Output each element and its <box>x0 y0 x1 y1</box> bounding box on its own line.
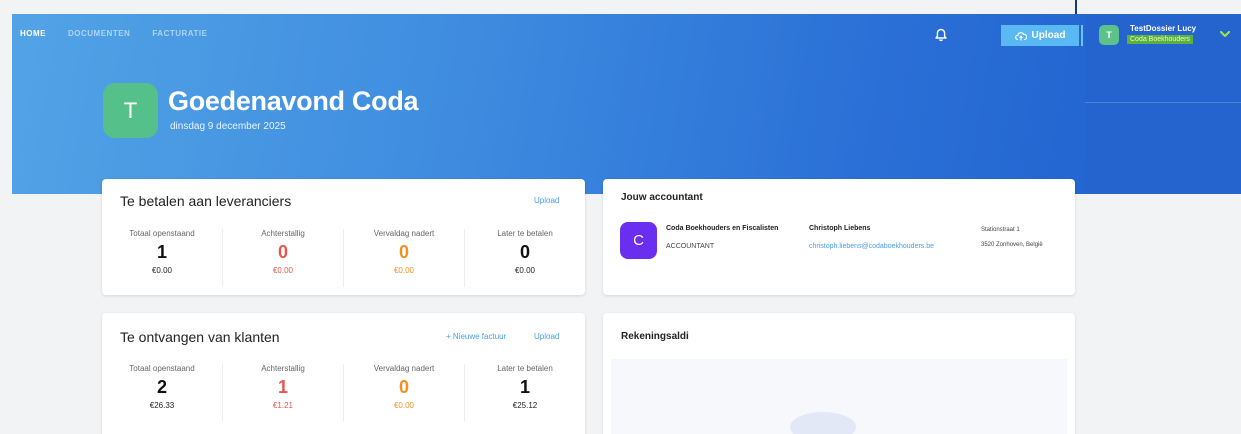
accountant-email-link[interactable]: christoph.liebens@codaboekhouders.be <box>809 243 934 250</box>
receivables-title: Te ontvangen van klanten <box>120 329 280 345</box>
payables-title: Te betalen aan leveranciers <box>120 193 292 209</box>
nav-facturatie[interactable]: FACTURATIE <box>152 29 207 38</box>
receivables-stats: Totaal openstaand 2 €26.33 Achterstallig… <box>102 364 585 422</box>
stat-label: Later te betalen <box>497 364 553 373</box>
user-avatar[interactable]: T <box>1099 25 1119 45</box>
stat-due-soon[interactable]: Vervaldag nadert 0 €0.00 <box>344 229 465 287</box>
hero-divider <box>1085 102 1241 103</box>
stat-amount: €26.33 <box>149 401 175 410</box>
accountant-title: Jouw accountant <box>621 192 703 203</box>
payables-upload-link[interactable]: Upload <box>534 196 559 205</box>
stat-amount: €0.00 <box>514 266 536 275</box>
upload-button-label: Upload <box>1031 30 1066 41</box>
stat-count: 0 <box>398 377 409 397</box>
stat-amount: €0.00 <box>393 266 415 275</box>
stat-label: Vervaldag nadert <box>373 229 435 238</box>
stat-label: Totaal openstaand <box>129 364 195 373</box>
accountant-address-city: 3520 Zonhoven, België <box>981 242 1043 248</box>
accountant-address-street: Stationstraat 1 <box>981 227 1020 233</box>
stat-pay-later[interactable]: Later te betalen 0 €0.00 <box>465 229 585 287</box>
stat-label: Achterstallig <box>261 364 305 373</box>
stat-amount: €1.21 <box>272 401 294 410</box>
stat-amount: €0.00 <box>393 401 415 410</box>
stat-overdue[interactable]: Achterstallig 1 €1.21 <box>223 364 344 422</box>
payables-stats: Totaal openstaand 1 €0.00 Achterstallig … <box>102 229 585 287</box>
current-date: dinsdag 9 december 2025 <box>170 121 286 132</box>
bell-icon[interactable] <box>933 27 949 43</box>
dossier-avatar: T <box>103 83 158 138</box>
stat-amount: €25.12 <box>512 401 538 410</box>
upload-divider <box>1081 25 1083 46</box>
stat-count: 1 <box>156 242 167 262</box>
new-invoice-link[interactable]: + Nieuwe factuur <box>446 332 506 341</box>
upload-button[interactable]: Upload <box>1001 25 1079 46</box>
chevron-down-icon[interactable] <box>1219 28 1231 40</box>
balances-loading-placeholder <box>790 412 856 434</box>
receivables-card: Te ontvangen van klanten + Nieuwe factuu… <box>102 313 585 434</box>
stat-total-open[interactable]: Totaal openstaand 2 €26.33 <box>102 364 223 422</box>
top-edge-marker <box>1075 0 1077 14</box>
stat-count: 0 <box>398 242 409 262</box>
stat-count: 1 <box>519 377 530 397</box>
stat-total-open[interactable]: Totaal openstaand 1 €0.00 <box>102 229 223 287</box>
main-nav: HOME DOCUMENTEN FACTURATIE <box>20 29 207 38</box>
payables-card: Te betalen aan leveranciers Upload Totaa… <box>102 179 585 295</box>
user-name[interactable]: TestDossier Lucy <box>1130 24 1196 33</box>
stat-label: Totaal openstaand <box>129 229 195 238</box>
stat-amount: €0.00 <box>151 266 173 275</box>
stat-count: 0 <box>519 242 530 262</box>
stat-count: 0 <box>277 242 288 262</box>
accountant-avatar: C <box>620 222 657 259</box>
stat-overdue[interactable]: Achterstallig 0 €0.00 <box>223 229 344 287</box>
accountant-contact-name: Christoph Liebens <box>809 225 871 232</box>
accountant-card: Jouw accountant <box>603 179 1075 295</box>
stat-count: 2 <box>156 377 167 397</box>
receivables-upload-link[interactable]: Upload <box>534 332 559 341</box>
greeting-title: Goedenavond Coda <box>168 86 419 116</box>
stat-due-soon[interactable]: Vervaldag nadert 0 €0.00 <box>344 364 465 422</box>
balances-title: Rekeningsaldi <box>621 331 689 342</box>
stat-label: Later te betalen <box>497 229 553 238</box>
user-organization[interactable]: Coda Boekhouders <box>1127 35 1193 44</box>
stat-label: Achterstallig <box>261 229 305 238</box>
nav-home[interactable]: HOME <box>20 29 46 38</box>
accountant-role: ACCOUNTANT <box>666 243 715 250</box>
nav-documenten[interactable]: DOCUMENTEN <box>68 29 130 38</box>
accountant-firm: Coda Boekhouders en Fiscalisten <box>666 225 779 232</box>
cloud-upload-icon <box>1014 31 1027 40</box>
stat-count: 1 <box>277 377 288 397</box>
stat-amount: €0.00 <box>272 266 294 275</box>
stat-pay-later[interactable]: Later te betalen 1 €25.12 <box>465 364 585 422</box>
stat-label: Vervaldag nadert <box>373 364 435 373</box>
